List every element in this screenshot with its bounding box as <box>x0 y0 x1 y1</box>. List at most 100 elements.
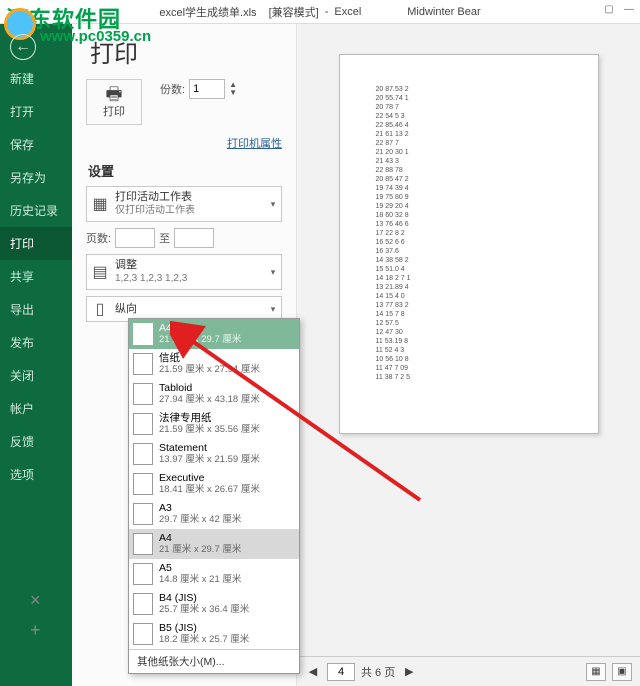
close-icon[interactable]: × <box>30 590 41 611</box>
sidebar-item-2[interactable]: 保存 <box>0 128 72 161</box>
paper-option-5[interactable]: Executive18.41 厘米 x 26.67 厘米 <box>129 469 299 499</box>
preview-row: 21 20 30 1 <box>376 148 562 157</box>
minimize-icon[interactable]: — <box>622 3 636 17</box>
paper-size-dropdown: A421 厘米 x 29.7 厘米信纸21.59 厘米 x 27.94 厘米Ta… <box>128 318 300 674</box>
paper-size: 29.7 厘米 x 42 厘米 <box>159 514 241 526</box>
backstage-sidebar: ← 新建打开保存另存为历史记录打印共享导出发布关闭帐户反馈选项 <box>0 24 72 686</box>
plus-icon[interactable]: + <box>30 620 41 641</box>
collate-title: 调整 <box>115 259 263 272</box>
paper-size: 18.2 厘米 x 25.7 厘米 <box>159 634 249 646</box>
more-paper-sizes[interactable]: 其他纸张大小(M)... <box>129 649 299 673</box>
pages-to-input[interactable] <box>174 228 214 248</box>
page-icon <box>133 503 153 525</box>
paper-option-3[interactable]: 法律专用纸21.59 厘米 x 35.56 厘米 <box>129 409 299 439</box>
preview-row: 11 53.19 8 <box>376 337 562 346</box>
paper-size: 14.8 厘米 x 21 厘米 <box>159 574 241 586</box>
preview-row: 12 47 30 <box>376 328 562 337</box>
sidebar-item-3[interactable]: 另存为 <box>0 161 72 194</box>
sidebar-item-9[interactable]: 关闭 <box>0 359 72 392</box>
paper-option-7[interactable]: A421 厘米 x 29.7 厘米 <box>129 529 299 559</box>
portrait-icon: ▯ <box>87 299 113 319</box>
paper-option-6[interactable]: A329.7 厘米 x 42 厘米 <box>129 499 299 529</box>
paper-name: A5 <box>159 562 241 574</box>
chevron-down-icon: ▾ <box>265 199 281 210</box>
title-app: Excel <box>334 6 361 18</box>
paper-size: 27.94 厘米 x 43.18 厘米 <box>159 394 260 406</box>
sidebar-item-1[interactable]: 打开 <box>0 95 72 128</box>
current-page-input[interactable] <box>327 663 355 681</box>
sidebar-item-6[interactable]: 共享 <box>0 260 72 293</box>
title-mode: [兼容模式] <box>269 4 319 20</box>
sidebar-item-8[interactable]: 发布 <box>0 326 72 359</box>
preview-row: 20 55.74 1 <box>376 94 562 103</box>
print-scope-title: 打印活动工作表 <box>115 191 263 204</box>
paper-size: 21 厘米 x 29.7 厘米 <box>159 544 241 556</box>
paper-option-2[interactable]: Tabloid27.94 厘米 x 43.18 厘米 <box>129 379 299 409</box>
preview-row: 21 43 3 <box>376 157 562 166</box>
printer-icon: 🖶 <box>106 85 123 103</box>
paper-name: Statement <box>159 442 260 454</box>
paper-option-0[interactable]: A421 厘米 x 29.7 厘米 <box>129 319 299 349</box>
paper-option-9[interactable]: B4 (JIS)25.7 厘米 x 36.4 厘米 <box>129 589 299 619</box>
print-button[interactable]: 🖶 打印 <box>86 79 142 125</box>
chevron-down-icon: ▾ <box>265 304 281 315</box>
copies-label: 份数: <box>160 81 185 97</box>
print-preview-pane: 20 87.53 220 55.74 120 78 722 54 5 322 8… <box>297 24 640 686</box>
pages-label: 页数: <box>86 230 111 246</box>
printer-properties-link[interactable]: 打印机属性 <box>86 135 282 151</box>
zoom-to-page-button[interactable]: ▣ <box>612 663 632 681</box>
preview-row: 13 21.89 4 <box>376 283 562 292</box>
preview-row: 22 88 78 <box>376 166 562 175</box>
paper-size: 25.7 厘米 x 36.4 厘米 <box>159 604 249 616</box>
paper-name: 信纸 <box>159 352 260 364</box>
paper-option-10[interactable]: B5 (JIS)18.2 厘米 x 25.7 厘米 <box>129 619 299 649</box>
window-options-icon[interactable]: ▢ <box>602 3 616 17</box>
preview-row: 20 78 7 <box>376 103 562 112</box>
paper-size: 21.59 厘米 x 35.56 厘米 <box>159 424 260 436</box>
preview-row: 19 75 80 9 <box>376 193 562 202</box>
page-icon <box>133 563 153 585</box>
page-icon <box>133 533 153 555</box>
preview-row: 13 76 46 6 <box>376 220 562 229</box>
paper-option-1[interactable]: 信纸21.59 厘米 x 27.94 厘米 <box>129 349 299 379</box>
preview-row: 20 85 47 2 <box>376 175 562 184</box>
paper-name: A4 <box>159 322 241 334</box>
copies-input[interactable] <box>189 79 225 99</box>
collate-icon: ▤ <box>87 262 113 282</box>
preview-row: 22 87 7 <box>376 139 562 148</box>
print-scope-select[interactable]: ▦ 打印活动工作表 仅打印活动工作表 ▾ <box>86 186 282 222</box>
print-scope-sub: 仅打印活动工作表 <box>115 204 263 217</box>
copies-stepper[interactable]: ▲▼ <box>229 81 237 97</box>
sidebar-item-0[interactable]: 新建 <box>0 62 72 95</box>
paper-option-4[interactable]: Statement13.97 厘米 x 21.59 厘米 <box>129 439 299 469</box>
page-icon <box>133 353 153 375</box>
paper-size: 13.97 厘米 x 21.59 厘米 <box>159 454 260 466</box>
sidebar-item-7[interactable]: 导出 <box>0 293 72 326</box>
preview-row: 12 57.5 <box>376 319 562 328</box>
preview-row: 19 29 20 4 <box>376 202 562 211</box>
paper-name: B5 (JIS) <box>159 622 249 634</box>
preview-row: 17 22 8 2 <box>376 229 562 238</box>
show-margins-button[interactable]: ▦ <box>586 663 606 681</box>
sidebar-item-5[interactable]: 打印 <box>0 227 72 260</box>
paper-size: 21 厘米 x 29.7 厘米 <box>159 334 241 346</box>
paper-option-8[interactable]: A514.8 厘米 x 21 厘米 <box>129 559 299 589</box>
back-arrow-icon[interactable]: ← <box>10 34 36 60</box>
next-page-button[interactable]: ▶ <box>401 665 417 678</box>
preview-row: 14 38 58 2 <box>376 256 562 265</box>
preview-row: 14 15 7 8 <box>376 310 562 319</box>
sidebar-item-4[interactable]: 历史记录 <box>0 194 72 227</box>
collate-select[interactable]: ▤ 调整 1,2,3 1,2,3 1,2,3 ▾ <box>86 254 282 290</box>
total-pages-label: 共 6 页 <box>361 664 395 680</box>
paper-name: Executive <box>159 472 260 484</box>
preview-row: 15 51.0 4 <box>376 265 562 274</box>
preview-row: 11 47 7 09 <box>376 364 562 373</box>
title-user: Midwinter Bear <box>407 6 480 18</box>
sidebar-item-10[interactable]: 帐户 <box>0 392 72 425</box>
watermark-text-2: www.pc0359.cn <box>40 28 151 45</box>
sidebar-item-12[interactable]: 选项 <box>0 458 72 491</box>
prev-page-button[interactable]: ◀ <box>305 665 321 678</box>
paper-name: Tabloid <box>159 382 260 394</box>
sidebar-item-11[interactable]: 反馈 <box>0 425 72 458</box>
pages-from-input[interactable] <box>115 228 155 248</box>
